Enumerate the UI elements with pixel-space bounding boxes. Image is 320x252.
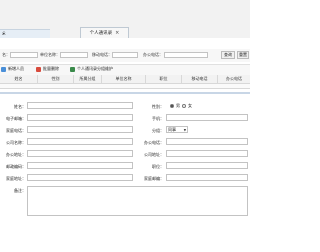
home-address-label: 家庭地址： xyxy=(6,176,26,181)
column-header[interactable]: 职位 xyxy=(146,75,182,83)
remark-textarea[interactable] xyxy=(27,186,248,216)
home-postcode-input[interactable] xyxy=(166,174,248,181)
search-company-input[interactable] xyxy=(60,52,88,58)
office-phone-input[interactable] xyxy=(166,138,248,145)
tab-home[interactable]: ӝ xyxy=(0,29,50,38)
home-address-input[interactable] xyxy=(27,174,133,181)
office-address-label: 办公地址： xyxy=(6,152,26,157)
mobile-input[interactable] xyxy=(166,114,248,121)
home-postcode-label: 家庭邮编： xyxy=(144,176,164,181)
home-phone-input[interactable] xyxy=(27,126,133,133)
office-address-input[interactable] xyxy=(27,150,133,157)
batch-delete-button[interactable]: 批量删除 xyxy=(36,66,59,72)
add-person-button[interactable]: 新增人员 xyxy=(1,66,24,72)
batch-delete-label: 批量删除 xyxy=(43,66,59,71)
column-header[interactable]: 移动电话 xyxy=(182,75,218,83)
group-label: 分组： xyxy=(152,128,164,133)
delete-icon xyxy=(36,66,41,72)
column-header[interactable]: 所属分组 xyxy=(74,75,102,83)
column-header[interactable]: 单位名称 xyxy=(102,75,146,83)
search-mobile-input[interactable] xyxy=(112,52,138,58)
position-input[interactable] xyxy=(166,162,248,169)
home-phone-label: 家庭电话： xyxy=(6,128,26,133)
grid-header: 姓名 性别 所属分组 单位名称 职位 移动电话 办公电话 xyxy=(0,75,250,84)
gender-female-label: 女 xyxy=(188,103,192,108)
remark-label: 备注： xyxy=(14,188,26,193)
tab-home-label: ӝ xyxy=(2,31,6,36)
position-label: 职位： xyxy=(152,164,164,169)
search-office-phone-label: 办公电话： xyxy=(143,52,163,57)
group-select-value: 同事 xyxy=(168,126,176,132)
gender-male-radio[interactable] xyxy=(170,104,174,108)
close-icon[interactable]: × xyxy=(115,30,119,36)
add-person-label: 新增人员 xyxy=(8,66,24,71)
search-mobile-label: 移动电话： xyxy=(92,52,112,57)
company-label: 公司名称： xyxy=(6,140,26,145)
company-address-label: 公司地址： xyxy=(144,152,164,157)
search-name-label: 名： xyxy=(2,52,10,57)
gender-radio-group: 男 女 xyxy=(170,103,192,109)
contact-group-label: 个人通讯录分组维护 xyxy=(77,66,113,71)
column-header[interactable]: 办公电话 xyxy=(218,75,250,83)
name-label: 姓名： xyxy=(14,104,26,109)
reset-button[interactable]: 重置 xyxy=(237,51,249,59)
column-header[interactable]: 性别 xyxy=(38,75,74,83)
email-input[interactable] xyxy=(27,114,133,121)
add-user-icon xyxy=(1,66,6,72)
company-address-input[interactable] xyxy=(166,150,248,157)
gender-label: 性别： xyxy=(152,104,164,109)
group-select[interactable]: 同事 ▼ xyxy=(166,126,188,133)
chevron-down-icon: ▼ xyxy=(183,127,186,132)
gender-female-radio[interactable] xyxy=(182,104,186,108)
name-input[interactable] xyxy=(27,102,133,109)
email-label: 电子邮箱： xyxy=(6,116,26,121)
postcode-input[interactable] xyxy=(27,162,133,169)
search-office-phone-input[interactable] xyxy=(164,52,208,58)
tab-contacts[interactable]: 个人通讯录 × xyxy=(80,27,129,38)
group-icon xyxy=(70,66,75,72)
office-phone-label: 办公电话： xyxy=(144,140,164,145)
column-header[interactable]: 姓名 xyxy=(0,75,38,83)
company-input[interactable] xyxy=(27,138,133,145)
search-name-input[interactable] xyxy=(10,52,38,58)
postcode-label: 邮政编码： xyxy=(6,164,26,169)
grid-body xyxy=(0,84,250,89)
tab-contacts-label: 个人通讯录 xyxy=(89,31,113,36)
gender-male-label: 男 xyxy=(176,103,180,108)
contact-group-button[interactable]: 个人通讯录分组维护 xyxy=(70,66,113,72)
search-button[interactable]: 查询 xyxy=(221,51,235,59)
search-company-label: 单位名称： xyxy=(40,52,60,57)
mobile-label: 手机： xyxy=(152,116,164,121)
